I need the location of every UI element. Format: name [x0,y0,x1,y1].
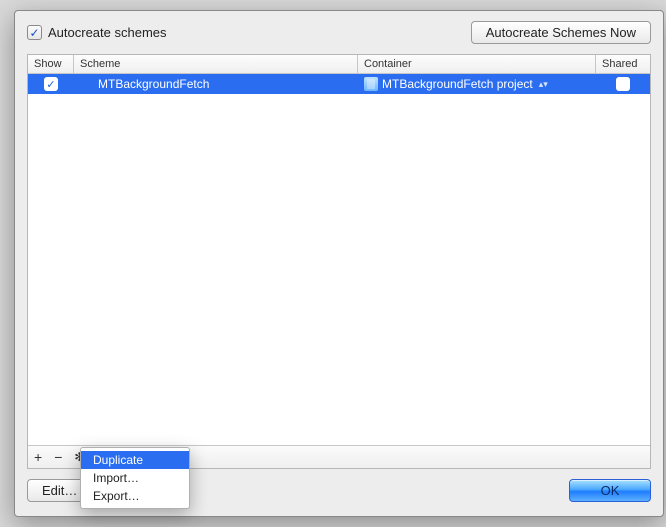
xcode-project-icon [364,77,378,91]
checkmark-icon: ✓ [27,25,42,40]
menu-item-duplicate[interactable]: Duplicate [81,451,189,469]
menu-item-import[interactable]: Import… [81,469,189,487]
remove-button[interactable]: − [54,449,62,465]
container-name: MTBackgroundFetch project [382,77,533,91]
autocreate-schemes-checkbox[interactable]: ✓ Autocreate schemes [27,25,167,40]
shared-cell[interactable] [596,74,650,94]
menu-item-export[interactable]: Export… [81,487,189,505]
autocreate-now-button[interactable]: Autocreate Schemes Now [471,21,651,44]
container-cell[interactable]: MTBackgroundFetch project ▴▾ [358,74,596,94]
column-container[interactable]: Container [358,55,596,73]
column-shared[interactable]: Shared [596,55,650,73]
checkmark-icon: ✓ [44,77,58,91]
gear-context-menu: Duplicate Import… Export… [80,447,190,509]
ok-button[interactable]: OK [569,479,651,502]
autocreate-label: Autocreate schemes [48,25,167,40]
top-row: ✓ Autocreate schemes Autocreate Schemes … [15,11,663,54]
schemes-table: Show Scheme Container Shared ✓ MTBackgro… [27,54,651,469]
scheme-name: MTBackgroundFetch [98,77,209,91]
table-body: ✓ MTBackgroundFetch MTBackgroundFetch pr… [28,74,650,445]
unchecked-box-icon [616,77,630,91]
scheme-cell: MTBackgroundFetch [74,74,358,94]
table-row[interactable]: ✓ MTBackgroundFetch MTBackgroundFetch pr… [28,74,650,94]
show-cell[interactable]: ✓ [28,74,74,94]
popup-indicator-icon: ▴▾ [539,79,548,90]
schemes-sheet: ✓ Autocreate schemes Autocreate Schemes … [14,10,664,517]
column-scheme[interactable]: Scheme [74,55,358,73]
column-show[interactable]: Show [28,55,74,73]
table-header: Show Scheme Container Shared [28,55,650,74]
add-button[interactable]: + [34,449,42,465]
